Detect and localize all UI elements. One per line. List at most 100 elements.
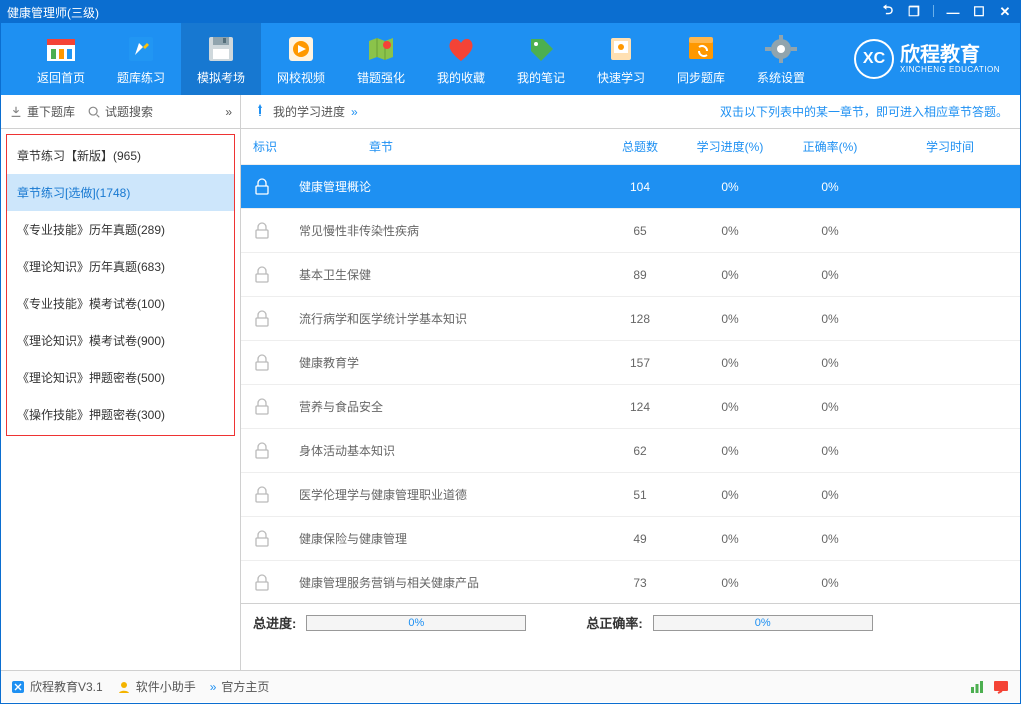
chevrons-right-icon: » (351, 105, 358, 119)
table-row[interactable]: 健康管理概论 104 0% 0% (241, 165, 1020, 209)
question-count: 89 (600, 268, 680, 282)
chart-icon[interactable] (968, 679, 986, 695)
toolbar-label: 我的收藏 (437, 69, 485, 86)
map-icon (365, 33, 397, 65)
expand-icon[interactable]: » (225, 105, 232, 119)
tag-icon (525, 33, 557, 65)
progress-value: 0% (680, 576, 780, 590)
table-row[interactable]: 身体活动基本知识 62 0% 0% (241, 429, 1020, 473)
toolbar-item-2[interactable]: 模拟考场 (181, 23, 261, 95)
progress-value: 0% (680, 444, 780, 458)
main-area: 重下题库 试题搜索 » 章节练习【新版】(965)章节练习[选做](1748)《… (1, 95, 1020, 670)
accuracy-value: 0% (780, 488, 880, 502)
brand-name-en: XINCHENG EDUCATION (900, 66, 1000, 75)
question-count: 124 (600, 400, 680, 414)
progress-value: 0% (680, 224, 780, 238)
progress-value: 0% (680, 488, 780, 502)
toolbar-item-5[interactable]: 我的收藏 (421, 23, 501, 95)
minimize-icon[interactable]: — (944, 5, 962, 19)
accuracy-value: 0% (780, 444, 880, 458)
app-version-text: 欣程教育V3.1 (30, 678, 103, 695)
chapter-name: 身体活动基本知识 (299, 442, 600, 459)
sidebar-item[interactable]: 《理论知识》历年真题(683) (7, 248, 234, 285)
toolbar-item-6[interactable]: 我的笔记 (501, 23, 581, 95)
table-row[interactable]: 健康管理服务营销与相关健康产品 73 0% 0% (241, 561, 1020, 603)
table-row[interactable]: 健康保险与健康管理 49 0% 0% (241, 517, 1020, 561)
gear-icon (765, 33, 797, 65)
sync-icon (685, 33, 717, 65)
toolbar-label: 快速学习 (597, 69, 645, 86)
lock-icon (253, 354, 299, 372)
brand-text: 欣程教育 XINCHENG EDUCATION (900, 44, 1000, 75)
app-version[interactable]: 欣程教育V3.1 (11, 678, 103, 695)
table-row[interactable]: 营养与食品安全 124 0% 0% (241, 385, 1020, 429)
sidebar-item[interactable]: 《理论知识》模考试卷(900) (7, 322, 234, 359)
th-chapter: 章节 (299, 138, 600, 155)
download-icon (9, 105, 23, 119)
status-right-icons (968, 679, 1010, 695)
question-count: 157 (600, 356, 680, 370)
toolbar-item-3[interactable]: 网校视频 (261, 23, 341, 95)
toolbar-item-0[interactable]: 返回首页 (21, 23, 101, 95)
safe-icon (605, 33, 637, 65)
sidebar-item[interactable]: 章节练习【新版】(965) (7, 137, 234, 174)
redownload-button[interactable]: 重下题库 (9, 103, 75, 120)
table-row[interactable]: 流行病学和医学统计学基本知识 128 0% 0% (241, 297, 1020, 341)
lock-icon (253, 222, 299, 240)
lock-icon (253, 266, 299, 284)
helper-label: 软件小助手 (136, 678, 196, 695)
th-count: 总题数 (600, 138, 680, 155)
table-header: 标识 章节 总题数 学习进度(%) 正确率(%) 学习时间 (241, 129, 1020, 165)
official-label: 官方主页 (221, 678, 269, 695)
helper-icon (117, 680, 131, 694)
progress-value: 0% (680, 532, 780, 546)
helper-button[interactable]: 软件小助手 (117, 678, 196, 695)
brand: XC 欣程教育 XINCHENG EDUCATION (854, 23, 1020, 95)
toolbar-label: 返回首页 (37, 69, 85, 86)
sidebar-item[interactable]: 《操作技能》押题密卷(300) (7, 396, 234, 433)
sidebar-item[interactable]: 《专业技能》模考试卷(100) (7, 285, 234, 322)
sidebar-item[interactable]: 《理论知识》押题密卷(500) (7, 359, 234, 396)
toolbar-label: 系统设置 (757, 69, 805, 86)
title-bar: 健康管理师(三级) ⮌ ❐ — ☐ ✕ (1, 1, 1020, 23)
progress-value: 0% (680, 312, 780, 326)
total-accuracy-value: 0% (654, 616, 872, 630)
table-row[interactable]: 健康教育学 157 0% 0% (241, 341, 1020, 385)
lock-icon (253, 178, 299, 196)
restore-left-icon[interactable]: ❐ (905, 5, 923, 19)
official-button[interactable]: » 官方主页 (210, 678, 270, 695)
chapter-name: 医学伦理学与健康管理职业道德 (299, 486, 600, 503)
return-icon[interactable]: ⮌ (879, 5, 897, 19)
search-button[interactable]: 试题搜索 (87, 103, 153, 120)
my-progress-button[interactable]: 我的学习进度 » (253, 103, 358, 120)
search-icon (87, 105, 101, 119)
table-row[interactable]: 常见慢性非传染性疾病 65 0% 0% (241, 209, 1020, 253)
home-icon (45, 33, 77, 65)
table-row[interactable]: 医学伦理学与健康管理职业道德 51 0% 0% (241, 473, 1020, 517)
maximize-icon[interactable]: ☐ (970, 5, 988, 19)
toolbar-item-1[interactable]: 题库练习 (101, 23, 181, 95)
accuracy-value: 0% (780, 268, 880, 282)
sidebar-toolbar: 重下题库 试题搜索 » (1, 95, 240, 129)
close-square-icon (11, 680, 25, 694)
lock-icon (253, 574, 299, 592)
sidebar-item[interactable]: 章节练习[选做](1748) (7, 174, 234, 211)
lock-icon (253, 486, 299, 504)
toolbar-item-7[interactable]: 快速学习 (581, 23, 661, 95)
total-progress-bar: 0% (306, 615, 526, 631)
close-icon[interactable]: ✕ (996, 5, 1014, 19)
video-icon (285, 33, 317, 65)
toolbar-item-9[interactable]: 系统设置 (741, 23, 821, 95)
toolbar-item-8[interactable]: 同步题库 (661, 23, 741, 95)
table-row[interactable]: 基本卫生保健 89 0% 0% (241, 253, 1020, 297)
accuracy-value: 0% (780, 180, 880, 194)
sidebar-list: 章节练习【新版】(965)章节练习[选做](1748)《专业技能》历年真题(28… (6, 134, 235, 436)
chapter-name: 流行病学和医学统计学基本知识 (299, 310, 600, 327)
toolbar-item-4[interactable]: 错题强化 (341, 23, 421, 95)
brand-name-cn: 欣程教育 (900, 44, 1000, 66)
toolbar-label: 网校视频 (277, 69, 325, 86)
feedback-icon[interactable] (992, 679, 1010, 695)
sidebar-item[interactable]: 《专业技能》历年真题(289) (7, 211, 234, 248)
table-body[interactable]: 健康管理概论 104 0% 0% 常见慢性非传染性疾病 65 0% 0% 基本卫… (241, 165, 1020, 603)
total-accuracy-bar: 0% (653, 615, 873, 631)
